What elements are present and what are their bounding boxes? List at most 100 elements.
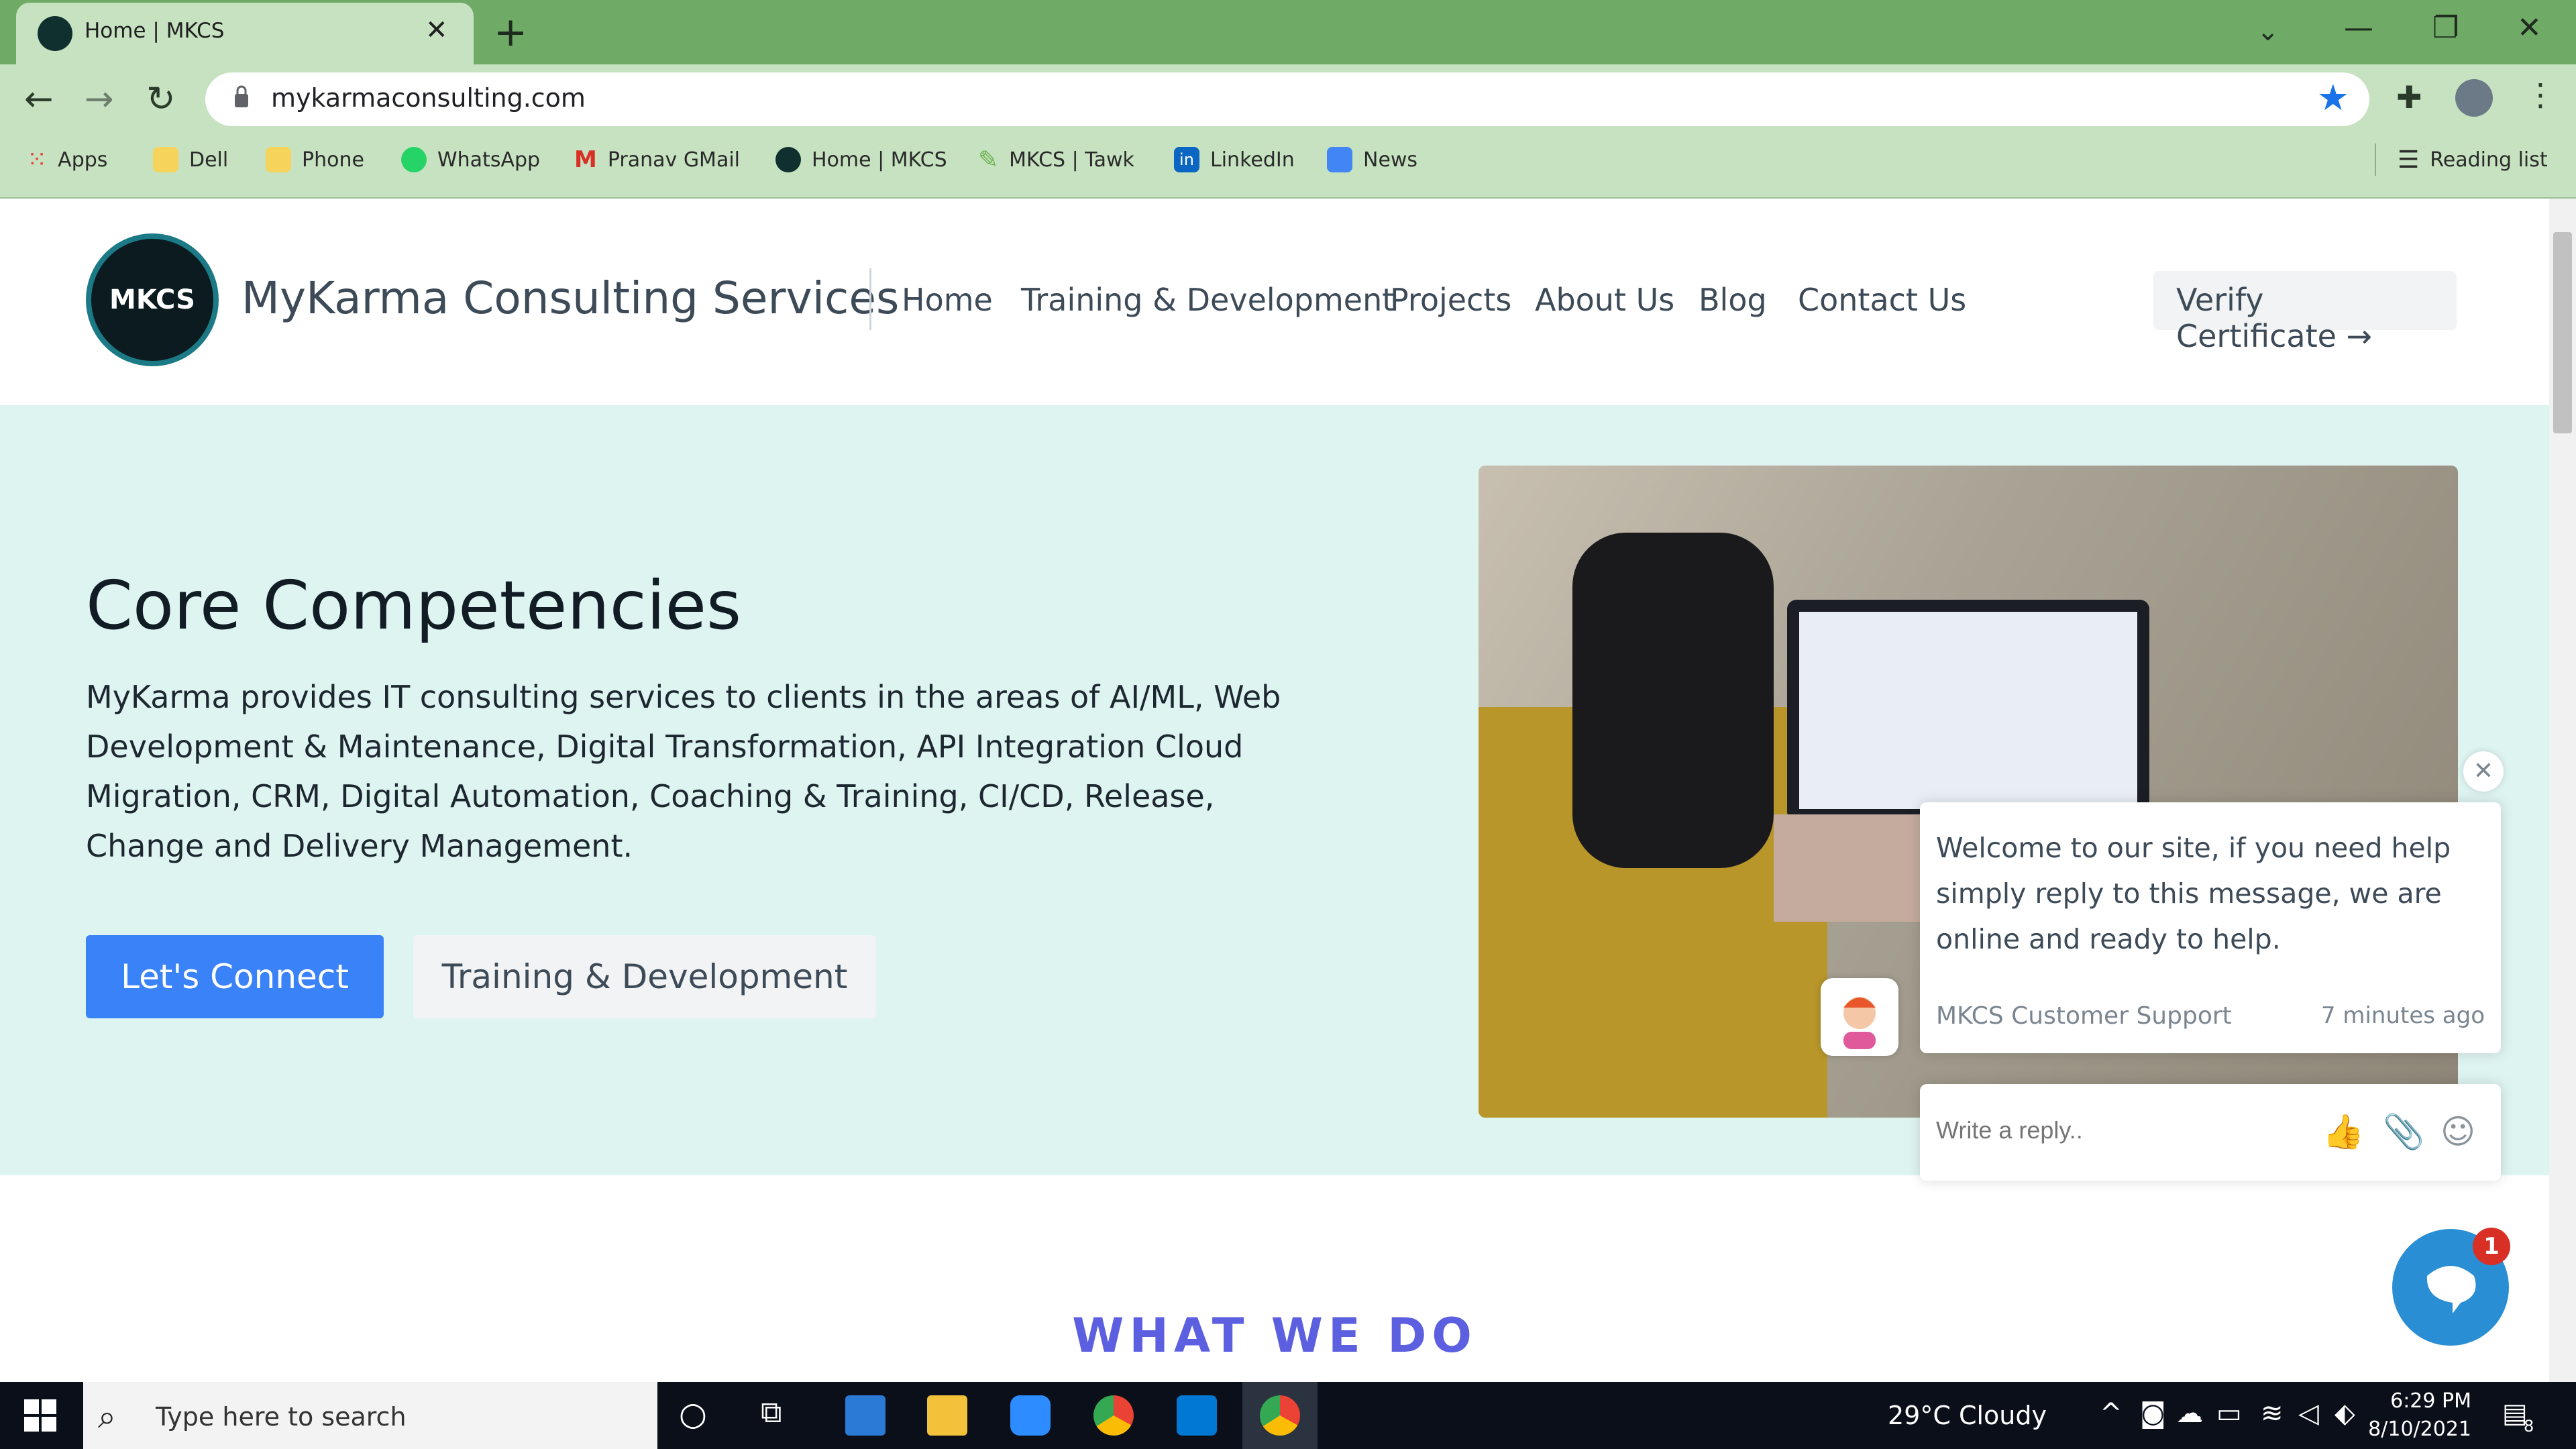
page-scrollbar[interactable]: [2549, 199, 2576, 1382]
unread-badge: 1: [2473, 1228, 2510, 1265]
thumbs-up-icon[interactable]: 👍: [2322, 1112, 2364, 1152]
chat-close-button[interactable]: ✕: [2463, 751, 2504, 792]
clock-time: 6:29 PM: [2390, 1389, 2471, 1413]
wifi-icon[interactable]: ≋: [2261, 1398, 2284, 1429]
cortana-icon[interactable]: ○: [679, 1395, 719, 1436]
url-text[interactable]: mykarmaconsulting.com: [271, 83, 586, 113]
minimize-button[interactable]: —: [2344, 11, 2373, 45]
address-bar[interactable]: mykarmaconsulting.com ★: [205, 72, 2369, 126]
folder-icon: [153, 147, 178, 172]
bookmark-label: Dell: [189, 148, 229, 172]
mkcs-favicon: [38, 16, 72, 51]
apps-grid-icon: ⁙: [27, 146, 48, 174]
nav-contact[interactable]: Contact Us: [1798, 282, 1966, 318]
back-icon[interactable]: ←: [24, 79, 54, 119]
chat-reply-box: 👍 📎 ☺: [1920, 1084, 2501, 1181]
reload-icon[interactable]: ↻: [146, 79, 176, 119]
bookmark-mkcs-home[interactable]: Home | MKCS: [775, 144, 947, 176]
nav-blog[interactable]: Blog: [1699, 282, 1767, 318]
chat-timestamp: 7 minutes ago: [2320, 1002, 2485, 1029]
attachment-icon[interactable]: 📎: [2383, 1112, 2424, 1152]
browser-tab-strip: Home | MKCS ✕ + ⌄ — ❐ ✕: [0, 0, 2576, 64]
bookmark-label: Apps: [58, 148, 108, 172]
photo-laptop: [1787, 600, 2149, 821]
search-placeholder: Type here to search: [156, 1402, 407, 1432]
search-icon: ⌕: [98, 1398, 116, 1436]
bookmark-label: Phone: [302, 148, 364, 172]
menu-icon[interactable]: ⋮: [2525, 76, 2556, 113]
onedrive-icon[interactable]: ☁: [2176, 1398, 2203, 1429]
mkcs-icon: [775, 147, 801, 172]
profile-avatar[interactable]: [2455, 79, 2493, 117]
bookmark-tawk[interactable]: ✎ MKCS | Tawk: [978, 144, 1134, 176]
laptop-screen: [1799, 612, 2137, 809]
taskbar-search[interactable]: ⌕ Type here to search: [83, 1382, 657, 1449]
browser-toolbar: ← → ↻ mykarmaconsulting.com ★ ✚ ⋮ ⁙ Apps …: [0, 64, 2576, 199]
task-view-icon[interactable]: ⧉: [761, 1395, 801, 1436]
forward-icon[interactable]: →: [85, 79, 114, 119]
chrome-icon[interactable]: [1093, 1395, 1134, 1436]
bookmark-divider: [2375, 144, 2376, 176]
lets-connect-button[interactable]: Let's Connect: [86, 935, 384, 1018]
bookmark-star-icon[interactable]: ★: [2317, 76, 2349, 119]
restore-button[interactable]: ❐: [2432, 11, 2459, 45]
tray-app-icon[interactable]: ◙: [2140, 1398, 2166, 1429]
web-page: MKCS MyKarma Consulting Services Home Tr…: [0, 199, 2549, 1382]
reading-list-button[interactable]: ☰ Reading list: [2398, 144, 2548, 176]
bookmark-label: WhatsApp: [437, 148, 541, 172]
header-divider: [869, 268, 871, 330]
reading-list-icon: ☰: [2398, 146, 2420, 174]
bookmark-dell[interactable]: Dell: [153, 144, 228, 176]
tab-search-icon[interactable]: ⌄: [2257, 16, 2279, 47]
notification-count: 8: [2524, 1417, 2534, 1436]
chat-reply-input[interactable]: [1936, 1116, 2312, 1144]
chat-message-card: Welcome to our site, if you need help si…: [1920, 802, 2501, 1053]
linkedin-icon: in: [1174, 147, 1199, 172]
tawk-icon: ✎: [978, 146, 999, 174]
chrome-active-icon[interactable]: [1260, 1395, 1300, 1436]
logo-text: MKCS: [109, 284, 195, 315]
gmail-icon: M: [574, 146, 597, 173]
nav-about[interactable]: About Us: [1535, 282, 1674, 318]
lock-icon: [233, 85, 250, 109]
tray-chevron-icon[interactable]: ^: [2100, 1398, 2123, 1429]
close-tab-icon[interactable]: ✕: [425, 15, 448, 46]
bookmark-news[interactable]: News: [1327, 144, 1417, 176]
vscode-icon[interactable]: [1177, 1395, 1217, 1436]
battery-icon[interactable]: ▭: [2216, 1398, 2242, 1429]
brand-name[interactable]: MyKarma Consulting Services: [241, 272, 899, 324]
extensions-icon[interactable]: ✚: [2396, 79, 2422, 115]
hero-title: Core Competencies: [86, 566, 742, 645]
windows-taskbar: ⌕ Type here to search ○ ⧉ 29°C Cloudy ^ …: [0, 1382, 2576, 1449]
clock[interactable]: 6:29 PM 8/10/2021: [2364, 1387, 2471, 1444]
training-development-button[interactable]: Training & Development: [413, 935, 876, 1018]
mkcs-logo[interactable]: MKCS: [86, 233, 219, 366]
chat-message: Welcome to our site, if you need help si…: [1936, 832, 2451, 955]
verify-certificate-button[interactable]: Verify Certificate →: [2153, 271, 2457, 354]
new-tab-button[interactable]: +: [494, 8, 527, 56]
volume-icon[interactable]: ◁: [2298, 1398, 2319, 1429]
clock-date: 8/10/2021: [2368, 1417, 2471, 1441]
nav-home[interactable]: Home: [902, 282, 993, 318]
nav-training[interactable]: Training & Development: [1021, 282, 1394, 318]
tab-title: Home | MKCS: [85, 19, 225, 43]
bookmark-whatsapp[interactable]: WhatsApp: [401, 144, 540, 176]
bookmark-apps[interactable]: ⁙ Apps: [27, 144, 107, 176]
chat-sender: MKCS Customer Support: [1936, 1002, 2232, 1030]
file-explorer-icon[interactable]: [927, 1395, 967, 1436]
app-icon-1[interactable]: [845, 1395, 885, 1436]
windows-start-icon[interactable]: [24, 1399, 56, 1432]
dropbox-icon[interactable]: ⬖: [2334, 1398, 2355, 1429]
bookmark-label: Home | MKCS: [812, 148, 947, 172]
emoji-icon[interactable]: ☺: [2440, 1112, 2475, 1151]
nav-projects[interactable]: Projects: [1390, 282, 1511, 318]
scrollbar-thumb[interactable]: [2553, 232, 2572, 433]
bookmark-gmail[interactable]: M Pranav GMail: [574, 144, 740, 176]
weather-widget[interactable]: 29°C Cloudy: [1888, 1401, 2047, 1430]
bookmark-linkedin[interactable]: in LinkedIn: [1174, 144, 1295, 176]
close-window-button[interactable]: ✕: [2517, 11, 2542, 45]
zoom-icon[interactable]: [1010, 1395, 1051, 1436]
hero-description: MyKarma provides IT consulting services …: [86, 679, 1281, 864]
bookmark-phone[interactable]: Phone: [266, 144, 364, 176]
browser-tab[interactable]: Home | MKCS ✕: [16, 3, 474, 64]
